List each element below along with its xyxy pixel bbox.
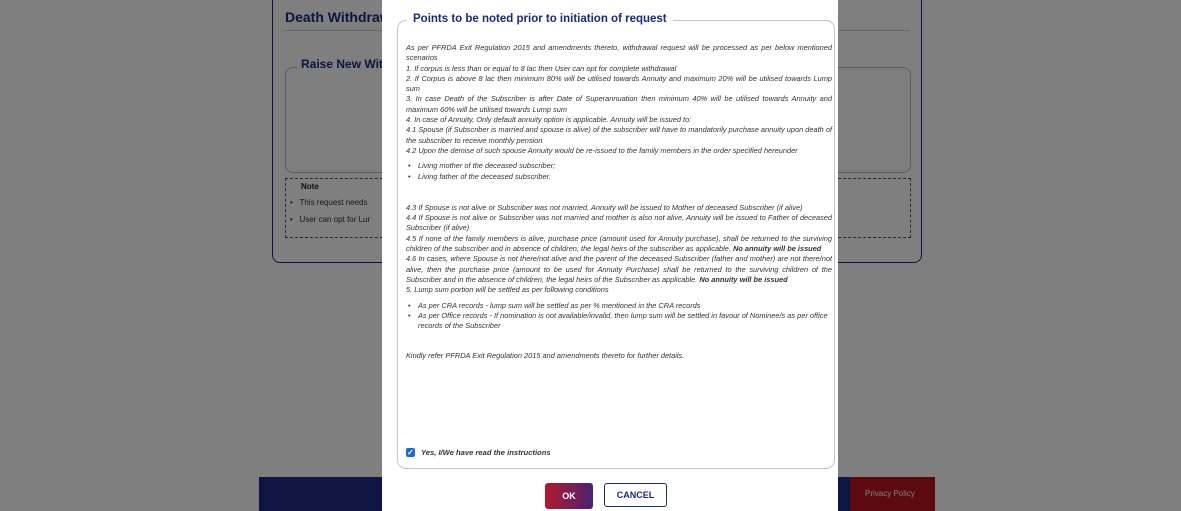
list-item: As per Office records - If nomination is… xyxy=(406,311,832,332)
no-annuity-note: No annuity will be issued xyxy=(733,244,822,254)
refer-text: Kindly refer PFRDA Exit Regulation 2015 … xyxy=(406,351,685,361)
point-2: 2. If Corpus is above 8 lac then minimum… xyxy=(406,73,832,94)
point-4-3: 4.3 If Spouse is not alive or Subscriber… xyxy=(406,202,803,212)
no-annuity-note: No annuity will be issued xyxy=(699,274,788,284)
ok-button[interactable]: OK xyxy=(545,483,593,509)
cancel-button[interactable]: CANCEL xyxy=(604,483,667,507)
point-4-4: 4.4 If Spouse is not alive or Subscriber… xyxy=(406,213,832,233)
point-4-2: 4.2 Upon the demise of such spouse Annui… xyxy=(406,145,798,155)
modal-legend: Points to be noted prior to initiation o… xyxy=(407,11,673,27)
list-item: As per CRA records - lump sum will be se… xyxy=(406,301,832,312)
point-4: 4. In case of Annuity, Only default annu… xyxy=(406,115,692,125)
acknowledgement-row[interactable]: ✓ Yes, I/We have read the instructions xyxy=(406,448,551,457)
instructions-content: As per PFRDA Exit Regulation 2015 and am… xyxy=(406,43,832,362)
point-5: 5. Lump sum portion will be settled as p… xyxy=(406,285,609,295)
acknowledgement-label[interactable]: Yes, I/We have read the instructions xyxy=(421,448,551,457)
point-4-1: 4.1 Spouse (if Subscriber is married and… xyxy=(406,125,833,145)
check-icon[interactable]: ✓ xyxy=(406,448,415,457)
intro-text: As per PFRDA Exit Regulation 2015 and am… xyxy=(406,43,832,63)
list-item: Living mother of the deceased subscriber… xyxy=(406,161,832,172)
point-4-6: 4.6 In cases, where Spouse is not there/… xyxy=(406,254,832,284)
point-4-5: 4.5 If none of the family members is ali… xyxy=(406,233,832,254)
family-list: Living mother of the deceased subscriber… xyxy=(406,161,832,182)
point-1: 1. If corpus is less than or equal to 8 … xyxy=(406,63,677,73)
list-item: Living father of the deceased subscriber… xyxy=(406,172,832,183)
lumpsum-list: As per CRA records - lump sum will be se… xyxy=(406,301,832,332)
point-3: 3. In case Death of the Subscriber is af… xyxy=(406,94,832,114)
